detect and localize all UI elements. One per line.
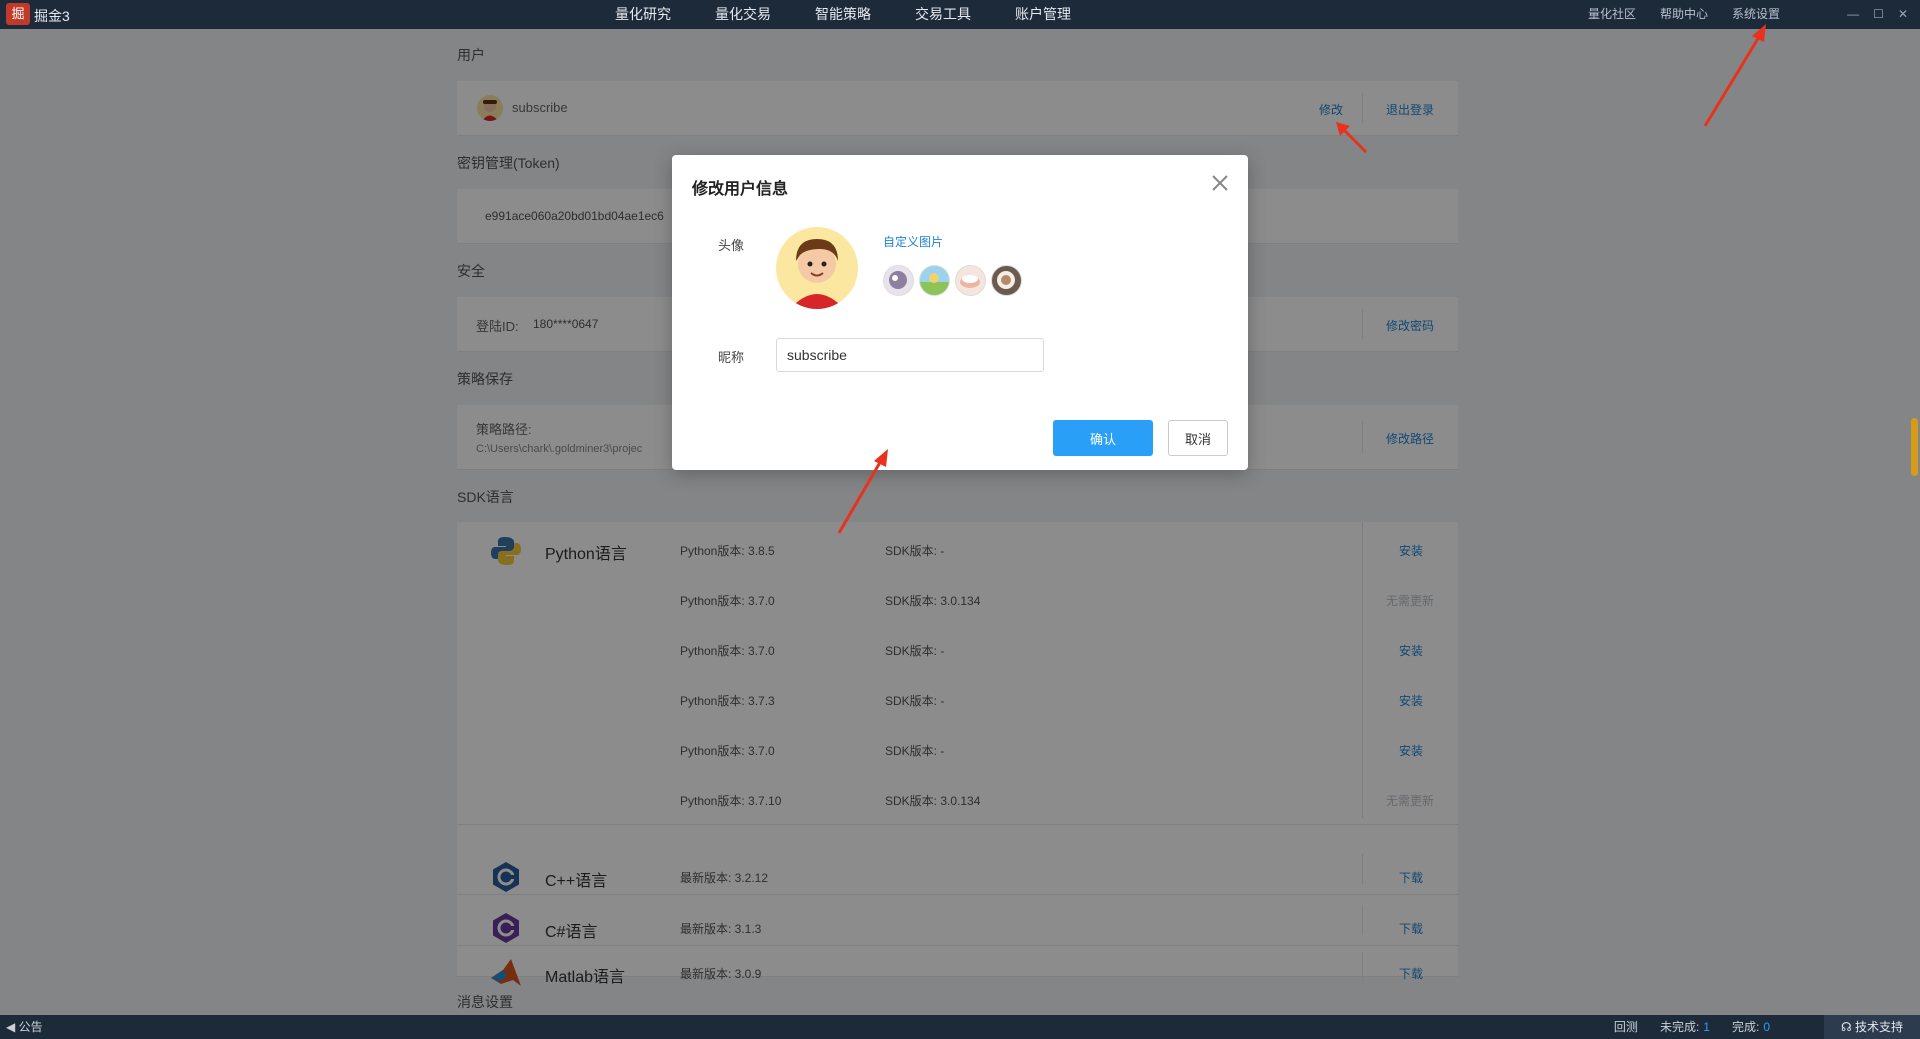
megaphone-icon: ◀: [6, 1020, 19, 1034]
annotation-arrow-icon: [837, 449, 888, 534]
nav-item-smart-strategy[interactable]: 智能策略: [793, 0, 893, 29]
confirm-button[interactable]: 确认: [1053, 420, 1153, 456]
incomplete-count: 1: [1703, 1020, 1710, 1034]
avatar-option-2[interactable]: [919, 265, 950, 296]
complete-label: 完成:: [1731, 1020, 1760, 1034]
nav-item-trading[interactable]: 量化交易: [693, 0, 793, 29]
maximize-icon[interactable]: ☐: [1873, 0, 1884, 29]
close-icon[interactable]: ✕: [1898, 0, 1908, 29]
cancel-button[interactable]: 取消: [1168, 420, 1228, 456]
community-link[interactable]: 量化社区: [1588, 0, 1636, 29]
status-bar: ◀ 公告 回测 未完成: 1 完成: 0 ☊ 技术支持: [0, 1015, 1920, 1039]
avatar-option-4[interactable]: [991, 265, 1022, 296]
nickname-label: 昵称: [718, 350, 745, 365]
app-logo: 掘: [6, 3, 30, 25]
complete-count: 0: [1763, 1020, 1770, 1034]
notice-link[interactable]: ◀ 公告: [6, 1015, 43, 1039]
backtest-label[interactable]: 回测: [1614, 1015, 1638, 1039]
incomplete-status: 未完成: 1: [1660, 1015, 1710, 1039]
scrollbar-thumb[interactable]: [1911, 418, 1918, 476]
nav-item-trade-tools[interactable]: 交易工具: [893, 0, 993, 29]
notice-label: 公告: [18, 1020, 43, 1034]
minimize-icon[interactable]: —: [1847, 0, 1859, 29]
avatar-option-3[interactable]: [955, 265, 986, 296]
annotation-arrow-icon: [1703, 24, 1766, 127]
incomplete-label: 未完成:: [1659, 1020, 1700, 1034]
dialog-title: 修改用户信息: [692, 181, 789, 198]
tech-support-button[interactable]: ☊ 技术支持: [1824, 1015, 1920, 1039]
avatar-option-1[interactable]: [883, 265, 914, 296]
app-name: 掘金3: [34, 8, 70, 24]
tech-support-label: 技术支持: [1854, 1020, 1903, 1034]
avatar-label: 头像: [718, 238, 745, 253]
headset-icon: ☊: [1840, 1020, 1855, 1034]
nav-item-research[interactable]: 量化研究: [593, 0, 693, 29]
complete-status: 完成: 0: [1732, 1015, 1770, 1039]
nav-item-account[interactable]: 账户管理: [993, 0, 1093, 29]
current-avatar: [776, 227, 858, 309]
edit-user-dialog: 修改用户信息 头像 自定义图片 昵称 确认 取消: [672, 155, 1248, 470]
title-bar: 掘 掘金3 量化研究 量化交易 智能策略 交易工具 账户管理 量化社区 帮助中心…: [0, 0, 1920, 29]
annotation-arrow-icon: [1336, 122, 1368, 154]
main-nav: 量化研究 量化交易 智能策略 交易工具 账户管理: [593, 0, 1093, 29]
nickname-input[interactable]: [776, 338, 1044, 372]
custom-image-link[interactable]: 自定义图片: [883, 233, 943, 250]
close-icon[interactable]: [1210, 173, 1230, 193]
